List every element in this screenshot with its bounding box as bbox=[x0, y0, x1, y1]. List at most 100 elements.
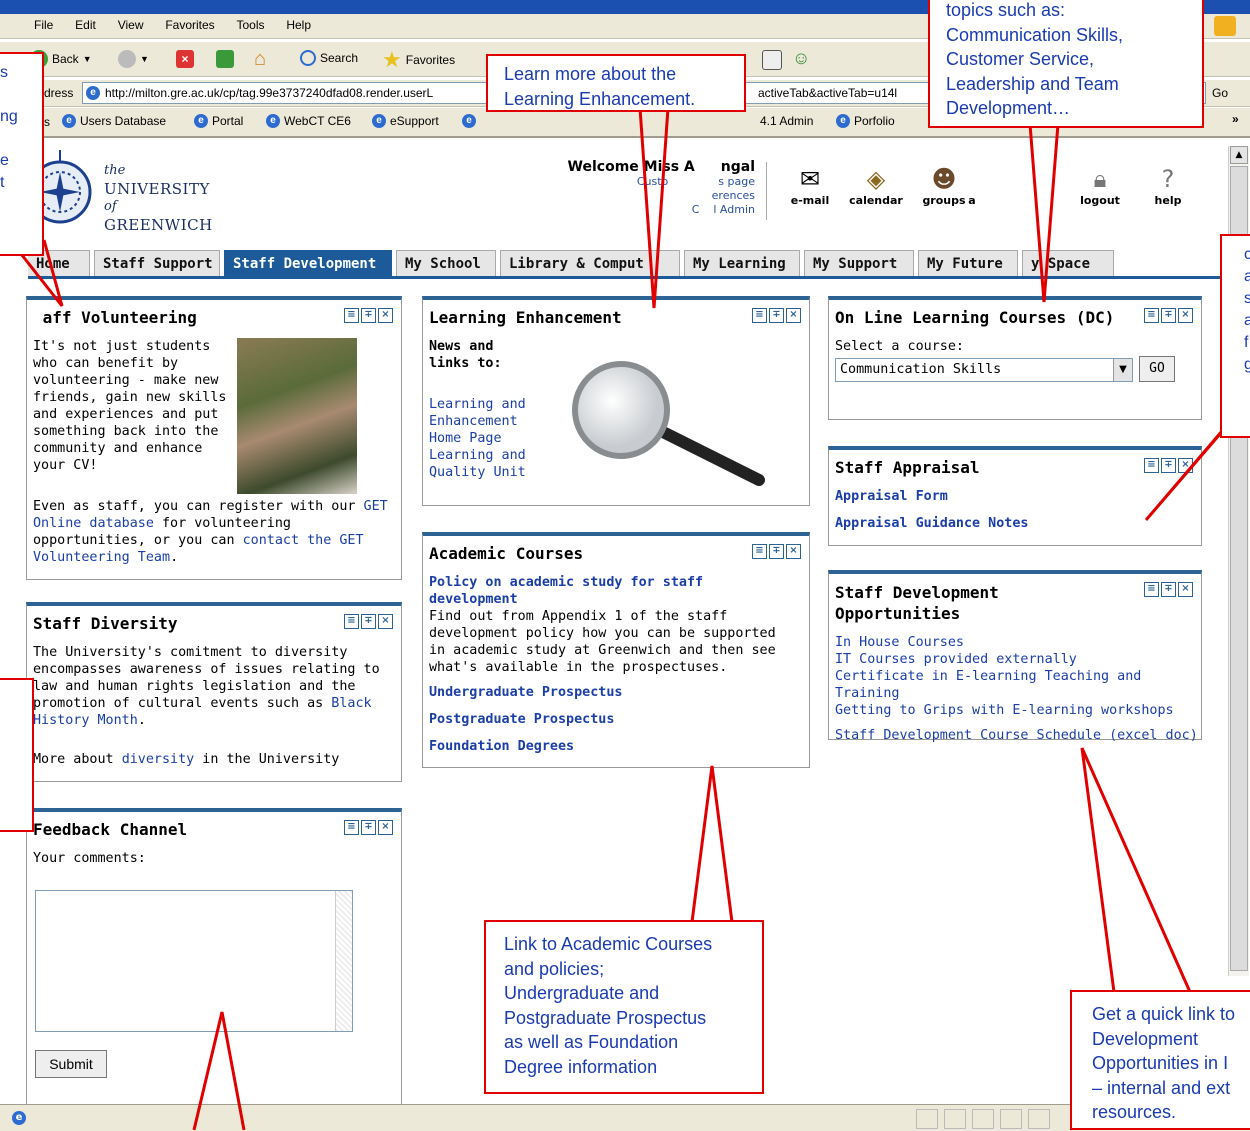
tab-library[interactable]: Library & Comput bbox=[500, 250, 680, 276]
it-courses-link[interactable]: IT Courses provided externally bbox=[835, 651, 1199, 668]
home-button[interactable]: ⌂ bbox=[254, 48, 266, 71]
policy-link[interactable]: development bbox=[429, 591, 809, 608]
menu-edit[interactable]: Edit bbox=[75, 18, 96, 32]
chevron-down-icon[interactable]: ▼ bbox=[1113, 359, 1132, 381]
close-icon[interactable]: × bbox=[378, 308, 393, 323]
link-users-database[interactable]: e Users Database bbox=[62, 114, 166, 128]
appraisal-form-link[interactable]: Appraisal Form bbox=[835, 488, 948, 505]
close-icon[interactable]: × bbox=[1178, 308, 1193, 323]
volunteering-team-link[interactable]: Volunteering Team bbox=[33, 550, 170, 565]
refresh-button[interactable] bbox=[216, 50, 234, 68]
close-icon[interactable]: × bbox=[378, 820, 393, 835]
quality-unit-link[interactable]: Quality Unit bbox=[429, 464, 526, 481]
link-more[interactable]: e bbox=[462, 114, 476, 128]
edit-icon[interactable]: ≡ bbox=[1144, 308, 1159, 323]
edit-icon[interactable]: ≡ bbox=[752, 308, 767, 323]
close-icon[interactable]: × bbox=[1178, 458, 1193, 473]
stop-button[interactable]: × bbox=[176, 50, 194, 68]
tab-my-school[interactable]: My School bbox=[396, 250, 496, 276]
search-button[interactable]: Search bbox=[300, 50, 358, 66]
tab-staff-support[interactable]: Staff Support bbox=[94, 250, 220, 276]
history-month-link[interactable]: History Month bbox=[33, 713, 138, 728]
elearning-workshops-link[interactable]: Getting to Grips with E-learning worksho… bbox=[835, 702, 1199, 719]
get-online-database-link[interactable]: Online database bbox=[33, 516, 154, 531]
appraisal-guidance-link[interactable]: Appraisal Guidance Notes bbox=[835, 515, 1028, 532]
refresh-icon bbox=[216, 50, 234, 68]
go-course-button[interactable]: GO bbox=[1139, 356, 1175, 382]
close-icon[interactable]: × bbox=[1178, 582, 1193, 597]
link-admin[interactable]: 4.1 Admin bbox=[760, 114, 813, 128]
edit-icon[interactable]: ≡ bbox=[344, 308, 359, 323]
textarea-scrollbar[interactable] bbox=[335, 891, 352, 1031]
menu-help[interactable]: Help bbox=[286, 18, 311, 32]
chevron-right-icon[interactable]: » bbox=[1232, 112, 1239, 126]
link-esupport[interactable]: e eSupport bbox=[372, 114, 439, 128]
c-link[interactable]: C bbox=[692, 203, 700, 216]
tab-my-support[interactable]: My Support bbox=[804, 250, 914, 276]
link-webct[interactable]: e WebCT CE6 bbox=[266, 114, 351, 128]
admin-link[interactable]: l Admin bbox=[713, 203, 755, 216]
ie-icon: e bbox=[194, 114, 208, 128]
learning-enhancement-link[interactable]: Enhancement bbox=[429, 413, 526, 430]
menu-file[interactable]: File bbox=[34, 18, 53, 32]
diversity-link[interactable]: diversity bbox=[122, 752, 195, 767]
forward-button[interactable]: ▼ bbox=[118, 50, 149, 68]
university-logo[interactable]: the UNIVERSITY of GREENWICH bbox=[14, 150, 214, 234]
close-icon[interactable]: × bbox=[786, 544, 801, 559]
minimize-icon[interactable]: ∓ bbox=[361, 308, 376, 323]
submit-button[interactable]: Submit bbox=[35, 1050, 107, 1078]
tab-my-space[interactable]: y Space bbox=[1022, 250, 1114, 276]
calendar-link[interactable]: ◈ calendar bbox=[844, 164, 908, 207]
close-icon[interactable]: × bbox=[378, 614, 393, 629]
minimize-icon[interactable]: ∓ bbox=[1161, 458, 1176, 473]
get-online-link[interactable]: GET bbox=[364, 499, 388, 514]
edit-icon[interactable]: ≡ bbox=[344, 820, 359, 835]
in-house-courses-link[interactable]: In House Courses bbox=[835, 634, 1199, 651]
menu-view[interactable]: View bbox=[118, 18, 144, 32]
edit-icon[interactable]: ≡ bbox=[344, 614, 359, 629]
edit-icon[interactable]: ≡ bbox=[1144, 458, 1159, 473]
quality-unit-link[interactable]: Learning and bbox=[429, 447, 526, 464]
link-portfolio[interactable]: e Porfolio bbox=[836, 114, 895, 128]
postgraduate-prospectus-link[interactable]: Postgraduate Prospectus bbox=[429, 711, 809, 728]
learning-enhancement-link[interactable]: Learning and bbox=[429, 396, 526, 413]
go-button[interactable]: Go bbox=[1212, 86, 1228, 100]
preferences-link[interactable]: erences bbox=[515, 189, 755, 203]
elearning-certificate-link[interactable]: Certificate in E-learning Teaching and T… bbox=[835, 668, 1199, 702]
page-link[interactable]: s page bbox=[718, 175, 755, 188]
contact-get-link[interactable]: contact the GET bbox=[243, 533, 364, 548]
undergraduate-prospectus-link[interactable]: Undergraduate Prospectus bbox=[429, 684, 809, 701]
minimize-icon[interactable]: ∓ bbox=[1161, 582, 1176, 597]
email-link[interactable]: ✉ e-mail bbox=[778, 164, 842, 207]
minimize-icon[interactable]: ∓ bbox=[769, 308, 784, 323]
foundation-degrees-link[interactable]: Foundation Degrees bbox=[429, 738, 809, 755]
course-schedule-link[interactable]: Staff Development Course Schedule (excel… bbox=[835, 727, 1199, 744]
menu-favorites[interactable]: Favorites bbox=[165, 18, 214, 32]
tab-my-future[interactable]: My Future bbox=[918, 250, 1018, 276]
menu-tools[interactable]: Tools bbox=[237, 18, 265, 32]
messenger-button[interactable]: ☺ bbox=[792, 48, 810, 69]
close-icon[interactable]: × bbox=[786, 308, 801, 323]
a-link[interactable]: a bbox=[962, 164, 982, 207]
comments-textarea[interactable] bbox=[35, 890, 353, 1032]
edit-icon[interactable]: ≡ bbox=[1144, 582, 1159, 597]
learning-enhancement-link[interactable]: Home Page bbox=[429, 430, 526, 447]
minimize-icon[interactable]: ∓ bbox=[361, 614, 376, 629]
edit-icon[interactable]: ≡ bbox=[752, 544, 767, 559]
scroll-up-icon[interactable]: ▲ bbox=[1230, 146, 1248, 164]
print-button[interactable] bbox=[762, 50, 782, 70]
policy-link[interactable]: Policy on academic study for staff bbox=[429, 574, 809, 591]
panel-controls: ≡ ∓ × bbox=[1144, 582, 1193, 597]
tab-my-learning[interactable]: My Learning bbox=[684, 250, 800, 276]
favorites-button[interactable]: ★ Favorites bbox=[382, 47, 455, 73]
minimize-icon[interactable]: ∓ bbox=[1161, 308, 1176, 323]
help-link[interactable]: ? help bbox=[1136, 164, 1200, 207]
minimize-icon[interactable]: ∓ bbox=[769, 544, 784, 559]
minimize-icon[interactable]: ∓ bbox=[361, 820, 376, 835]
customise-link[interactable]: Custo bbox=[637, 175, 668, 188]
logout-link[interactable]: 🔒︎ logout bbox=[1068, 164, 1132, 207]
tab-staff-development[interactable]: Staff Development bbox=[224, 250, 392, 276]
black-history-link[interactable]: Black bbox=[331, 696, 371, 711]
course-select[interactable]: Communication Skills ▼ bbox=[835, 358, 1133, 382]
link-portal[interactable]: e Portal bbox=[194, 114, 243, 128]
